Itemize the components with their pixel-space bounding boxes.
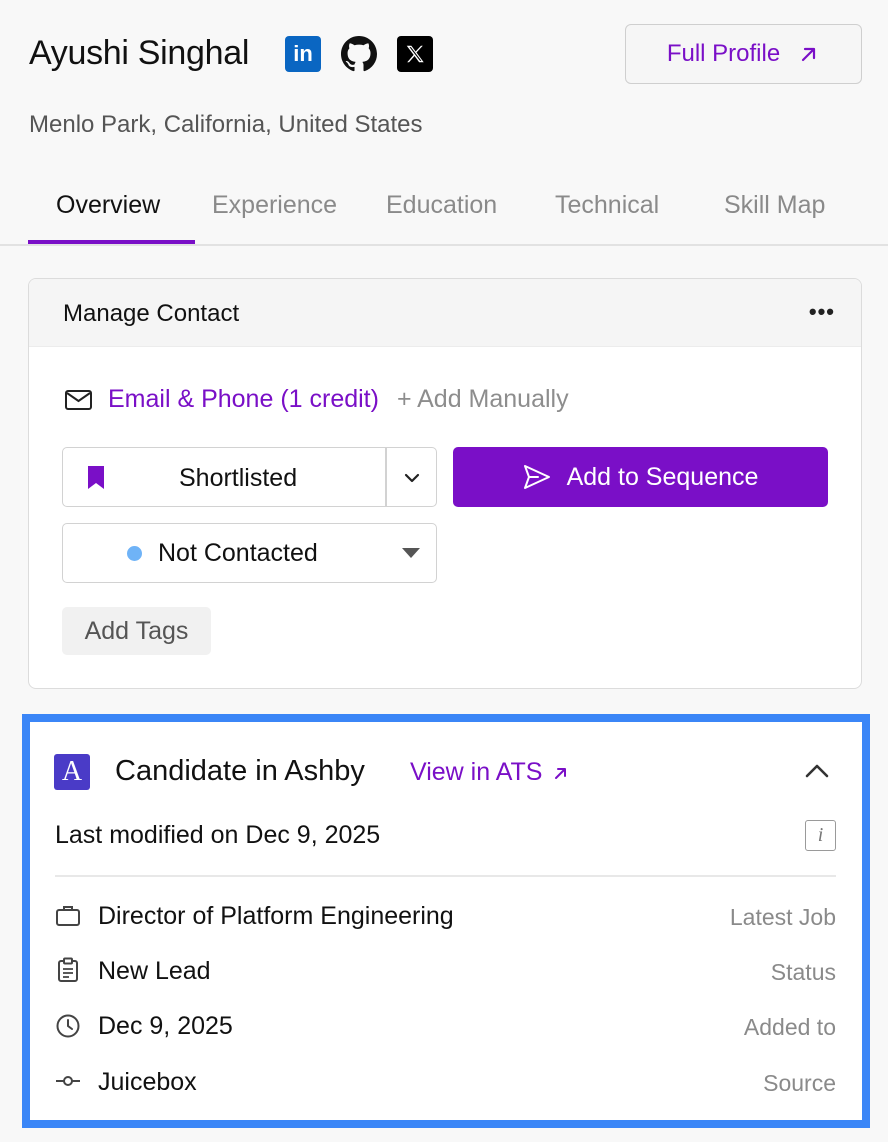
commit-icon <box>55 1068 81 1094</box>
full-profile-button[interactable]: Full Profile <box>625 24 862 84</box>
tabs-divider <box>0 244 888 246</box>
arrow-up-right-icon <box>802 47 816 62</box>
chevron-down-icon[interactable] <box>401 467 423 489</box>
arrow-up-right-icon <box>555 767 567 779</box>
manage-contact-title: Manage Contact <box>63 300 240 327</box>
clipboard-icon <box>55 957 81 983</box>
caret-down-icon <box>402 548 420 558</box>
status-dot <box>127 546 142 561</box>
view-in-ats-label: View in ATS <box>410 758 543 786</box>
view-in-ats-link[interactable]: View in ATS <box>410 758 570 787</box>
added-to-key: Added to <box>743 1014 836 1040</box>
linkedin-icon[interactable]: in <box>285 36 321 72</box>
status-value: New Lead <box>98 957 211 985</box>
tab-technical[interactable]: Technical <box>555 191 659 220</box>
last-modified-text: Last modified on Dec 9, 2025 <box>55 821 381 849</box>
select-divider <box>385 448 387 506</box>
active-tab-indicator <box>28 240 195 244</box>
full-profile-label: Full Profile <box>666 40 781 67</box>
tab-overview[interactable]: Overview <box>56 191 160 220</box>
status-key: Status <box>770 959 836 985</box>
email-phone-link[interactable]: Email & Phone (1 credit) <box>108 385 379 414</box>
send-icon <box>523 465 550 489</box>
source-key: Source <box>763 1070 836 1096</box>
ashby-logo-icon: A <box>54 754 90 790</box>
add-to-sequence-label: Add to Sequence <box>566 462 759 491</box>
chevron-up-icon[interactable] <box>803 759 831 783</box>
tab-skill-map[interactable]: Skill Map <box>724 191 825 220</box>
more-options-icon[interactable]: ••• <box>809 299 835 325</box>
tab-education[interactable]: Education <box>386 191 497 220</box>
github-icon[interactable] <box>341 36 377 72</box>
manage-contact-header: Manage Contact ••• <box>29 279 861 347</box>
contact-status-select[interactable]: Not Contacted <box>62 523 437 583</box>
tab-experience[interactable]: Experience <box>212 191 337 220</box>
briefcase-icon <box>55 903 81 929</box>
candidate-location: Menlo Park, California, United States <box>29 111 423 138</box>
info-icon[interactable]: i <box>805 820 836 851</box>
shortlist-status-label: Shortlisted <box>179 464 298 492</box>
added-to-value: Dec 9, 2025 <box>98 1012 233 1040</box>
source-value: Juicebox <box>98 1068 197 1096</box>
ashby-divider <box>55 875 836 877</box>
clock-icon <box>55 1013 81 1039</box>
add-tags-button[interactable]: Add Tags <box>62 607 211 655</box>
x-icon[interactable] <box>397 36 433 72</box>
latest-job-value: Director of Platform Engineering <box>98 902 454 930</box>
add-manually-link[interactable]: + Add Manually <box>397 385 569 414</box>
add-to-sequence-button[interactable]: Add to Sequence <box>453 447 828 507</box>
shortlist-status-select[interactable]: Shortlisted <box>62 447 437 507</box>
contact-status-label: Not Contacted <box>158 539 318 567</box>
latest-job-key: Latest Job <box>729 904 836 930</box>
candidate-name: Ayushi Singhal <box>29 34 250 72</box>
ashby-card-title: Candidate in Ashby <box>115 755 365 787</box>
email-phone-row: Email & Phone (1 credit) + Add Manually <box>64 385 569 414</box>
mail-icon <box>65 389 92 410</box>
bookmark-icon <box>88 466 104 489</box>
